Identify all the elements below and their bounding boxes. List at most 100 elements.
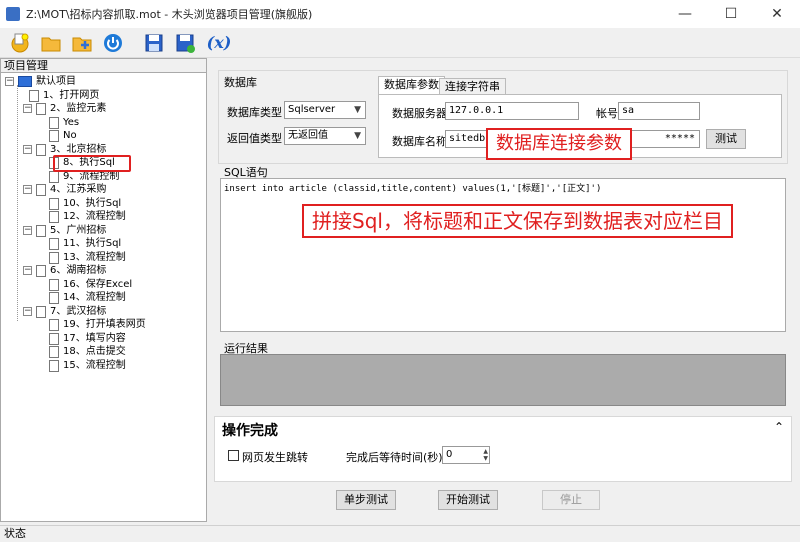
tree-item-label: 13、流程控制 — [63, 251, 126, 263]
stop-button[interactable]: 停止 — [542, 490, 600, 510]
tree-item[interactable]: No — [1, 129, 206, 143]
completion-title: 操作完成 — [222, 423, 278, 439]
document-icon — [36, 305, 46, 318]
collapse-icon[interactable]: ⌃ — [774, 420, 784, 434]
server-input[interactable]: 127.0.0.1 — [445, 102, 579, 120]
tree-item[interactable]: − 4、江苏采购 — [1, 183, 206, 197]
collapse-toggle-icon[interactable]: − — [23, 225, 32, 235]
sql-statement: insert into article (classid,title,conte… — [224, 184, 602, 194]
tree-item-label: 4、江苏采购 — [50, 184, 107, 195]
db-type-label: 数据库类型 — [227, 106, 282, 119]
tree-item[interactable]: − 6、湖南招标 — [1, 264, 206, 278]
collapse-toggle-icon[interactable]: − — [23, 185, 32, 194]
new-project-button[interactable] — [8, 31, 32, 55]
status-text: 状态 — [4, 527, 26, 540]
tree-item-label: 1、打开网页 — [43, 89, 100, 101]
tree-item[interactable]: 9、流程控制 — [1, 170, 206, 184]
toolbar: (x) — [0, 28, 800, 58]
account-input[interactable]: sa — [618, 102, 700, 120]
status-bar: 状态 — [0, 525, 800, 542]
collapse-toggle-icon[interactable]: − — [23, 266, 32, 275]
project-tree-panel: 项目管理 − 默认项目 1、打开网页 −2、监控元素 Yes No −3、北京招标 8、执行S… — [0, 58, 207, 522]
tree-item[interactable]: − 7、武汉招标 — [1, 305, 206, 319]
start-test-button[interactable]: 开始测试 — [438, 490, 498, 510]
document-icon — [49, 346, 59, 358]
document-icon — [49, 116, 59, 129]
tree-item[interactable]: 1、打开网页 — [1, 89, 206, 103]
sql-textarea[interactable]: insert into article (classid,title,conte… — [220, 178, 786, 332]
minimize-button[interactable]: — — [662, 0, 708, 28]
power-button[interactable] — [101, 31, 125, 55]
tree-item-label: 2、监控元素 — [50, 103, 107, 114]
selected-item-highlight — [53, 155, 131, 172]
tree-item[interactable]: 16、保存Excel — [1, 278, 206, 292]
save-as-icon — [176, 34, 195, 53]
title-bar: Z:\MOT\招标内容抓取.mot - 木头浏览器项目管理(旗舰版) — ☐ ✕ — [0, 0, 800, 28]
collapse-toggle-icon[interactable]: − — [23, 144, 32, 154]
database-group-label: 数据库 — [222, 74, 259, 90]
spinner-arrows-icon[interactable]: ▲ ▼ — [483, 448, 488, 462]
tree-item[interactable]: Yes — [1, 116, 206, 130]
tree-item[interactable]: 14、流程控制 — [1, 291, 206, 305]
document-icon — [49, 197, 59, 210]
return-type-label: 返回值类型 — [227, 132, 282, 145]
sql-annotation: 拼接Sql，将标题和正文保存到数据表对应栏目 — [302, 204, 733, 238]
tree-item[interactable]: 19、打开填表网页 — [1, 318, 206, 332]
app-icon — [6, 7, 20, 21]
variable-button[interactable]: (x) — [204, 31, 234, 55]
document-icon — [36, 103, 46, 115]
tree-connector — [17, 85, 18, 322]
save-button[interactable] — [142, 31, 166, 55]
close-button[interactable]: ✕ — [754, 0, 800, 28]
tree-item-label: No — [63, 130, 77, 141]
document-icon — [49, 278, 59, 291]
add-folder-button[interactable] — [70, 31, 94, 55]
db-type-select[interactable]: Sqlserver ▼ — [284, 101, 366, 119]
tree-item[interactable]: − 默认项目 — [1, 75, 206, 89]
server-label: 数据服务器 — [392, 107, 447, 120]
open-folder-icon — [41, 37, 61, 51]
wait-time-label: 完成后等待时间(秒) — [346, 451, 443, 464]
tree-item-label: 17、填写内容 — [63, 332, 126, 344]
test-connection-button[interactable]: 测试 — [706, 129, 746, 149]
tree-item-label: 12、流程控制 — [63, 211, 126, 222]
window-controls: — ☐ ✕ — [662, 0, 800, 28]
editor-panel: 数据库 数据库类型 Sqlserver ▼ 返回值类型 无返回值 ▼ 数据库参数 连… — [212, 58, 796, 522]
step-test-button[interactable]: 单步测试 — [336, 490, 396, 510]
tree-item[interactable]: 11、执行Sql — [1, 237, 206, 251]
tree-item-label: 7、武汉招标 — [50, 305, 107, 317]
save-as-button[interactable] — [173, 31, 197, 55]
dbname-label: 数据库名称 — [392, 135, 447, 148]
tab-db-params[interactable]: 数据库参数 — [378, 76, 445, 94]
variable-icon: (x) — [206, 33, 232, 52]
maximize-button[interactable]: ☐ — [708, 0, 754, 28]
return-type-select[interactable]: 无返回值 ▼ — [284, 127, 366, 145]
open-button[interactable] — [39, 31, 63, 55]
redirect-checkbox[interactable] — [228, 450, 239, 461]
add-folder-icon — [72, 37, 92, 51]
document-icon — [49, 238, 59, 250]
document-icon — [49, 130, 59, 142]
tree-item[interactable]: 17、填写内容 — [1, 332, 206, 346]
tree-item-label: 15、流程控制 — [63, 359, 126, 371]
tree-item-label: 14、流程控制 — [63, 292, 126, 303]
tree-item[interactable]: 18、点击提交 — [1, 345, 206, 359]
tree-item[interactable]: − 2、监控元素 — [1, 102, 206, 116]
result-output — [220, 354, 786, 406]
document-icon — [36, 224, 46, 237]
tree-item-label: 19、打开填表网页 — [63, 319, 146, 330]
tree-item[interactable]: 13、流程控制 — [1, 251, 206, 265]
tab-connection-string[interactable]: 连接字符串 — [439, 78, 506, 94]
tree-item[interactable]: 10、执行Sql — [1, 197, 206, 211]
tree-item[interactable]: − 5、广州招标 — [1, 224, 206, 238]
collapse-toggle-icon[interactable]: − — [23, 104, 32, 113]
chevron-down-icon: ▼ — [354, 131, 361, 141]
collapse-toggle-icon[interactable]: − — [23, 306, 32, 316]
collapse-toggle-icon[interactable]: − — [5, 77, 14, 86]
tree-item[interactable]: − 3、北京招标 — [1, 143, 206, 157]
tree-item-label: 10、执行Sql — [63, 197, 122, 209]
tree-item-label: 3、北京招标 — [50, 143, 107, 155]
tree-item[interactable]: 12、流程控制 — [1, 210, 206, 224]
wait-time-spinner[interactable]: 0 ▲ ▼ — [442, 446, 490, 464]
tree-item[interactable]: 15、流程控制 — [1, 359, 206, 373]
